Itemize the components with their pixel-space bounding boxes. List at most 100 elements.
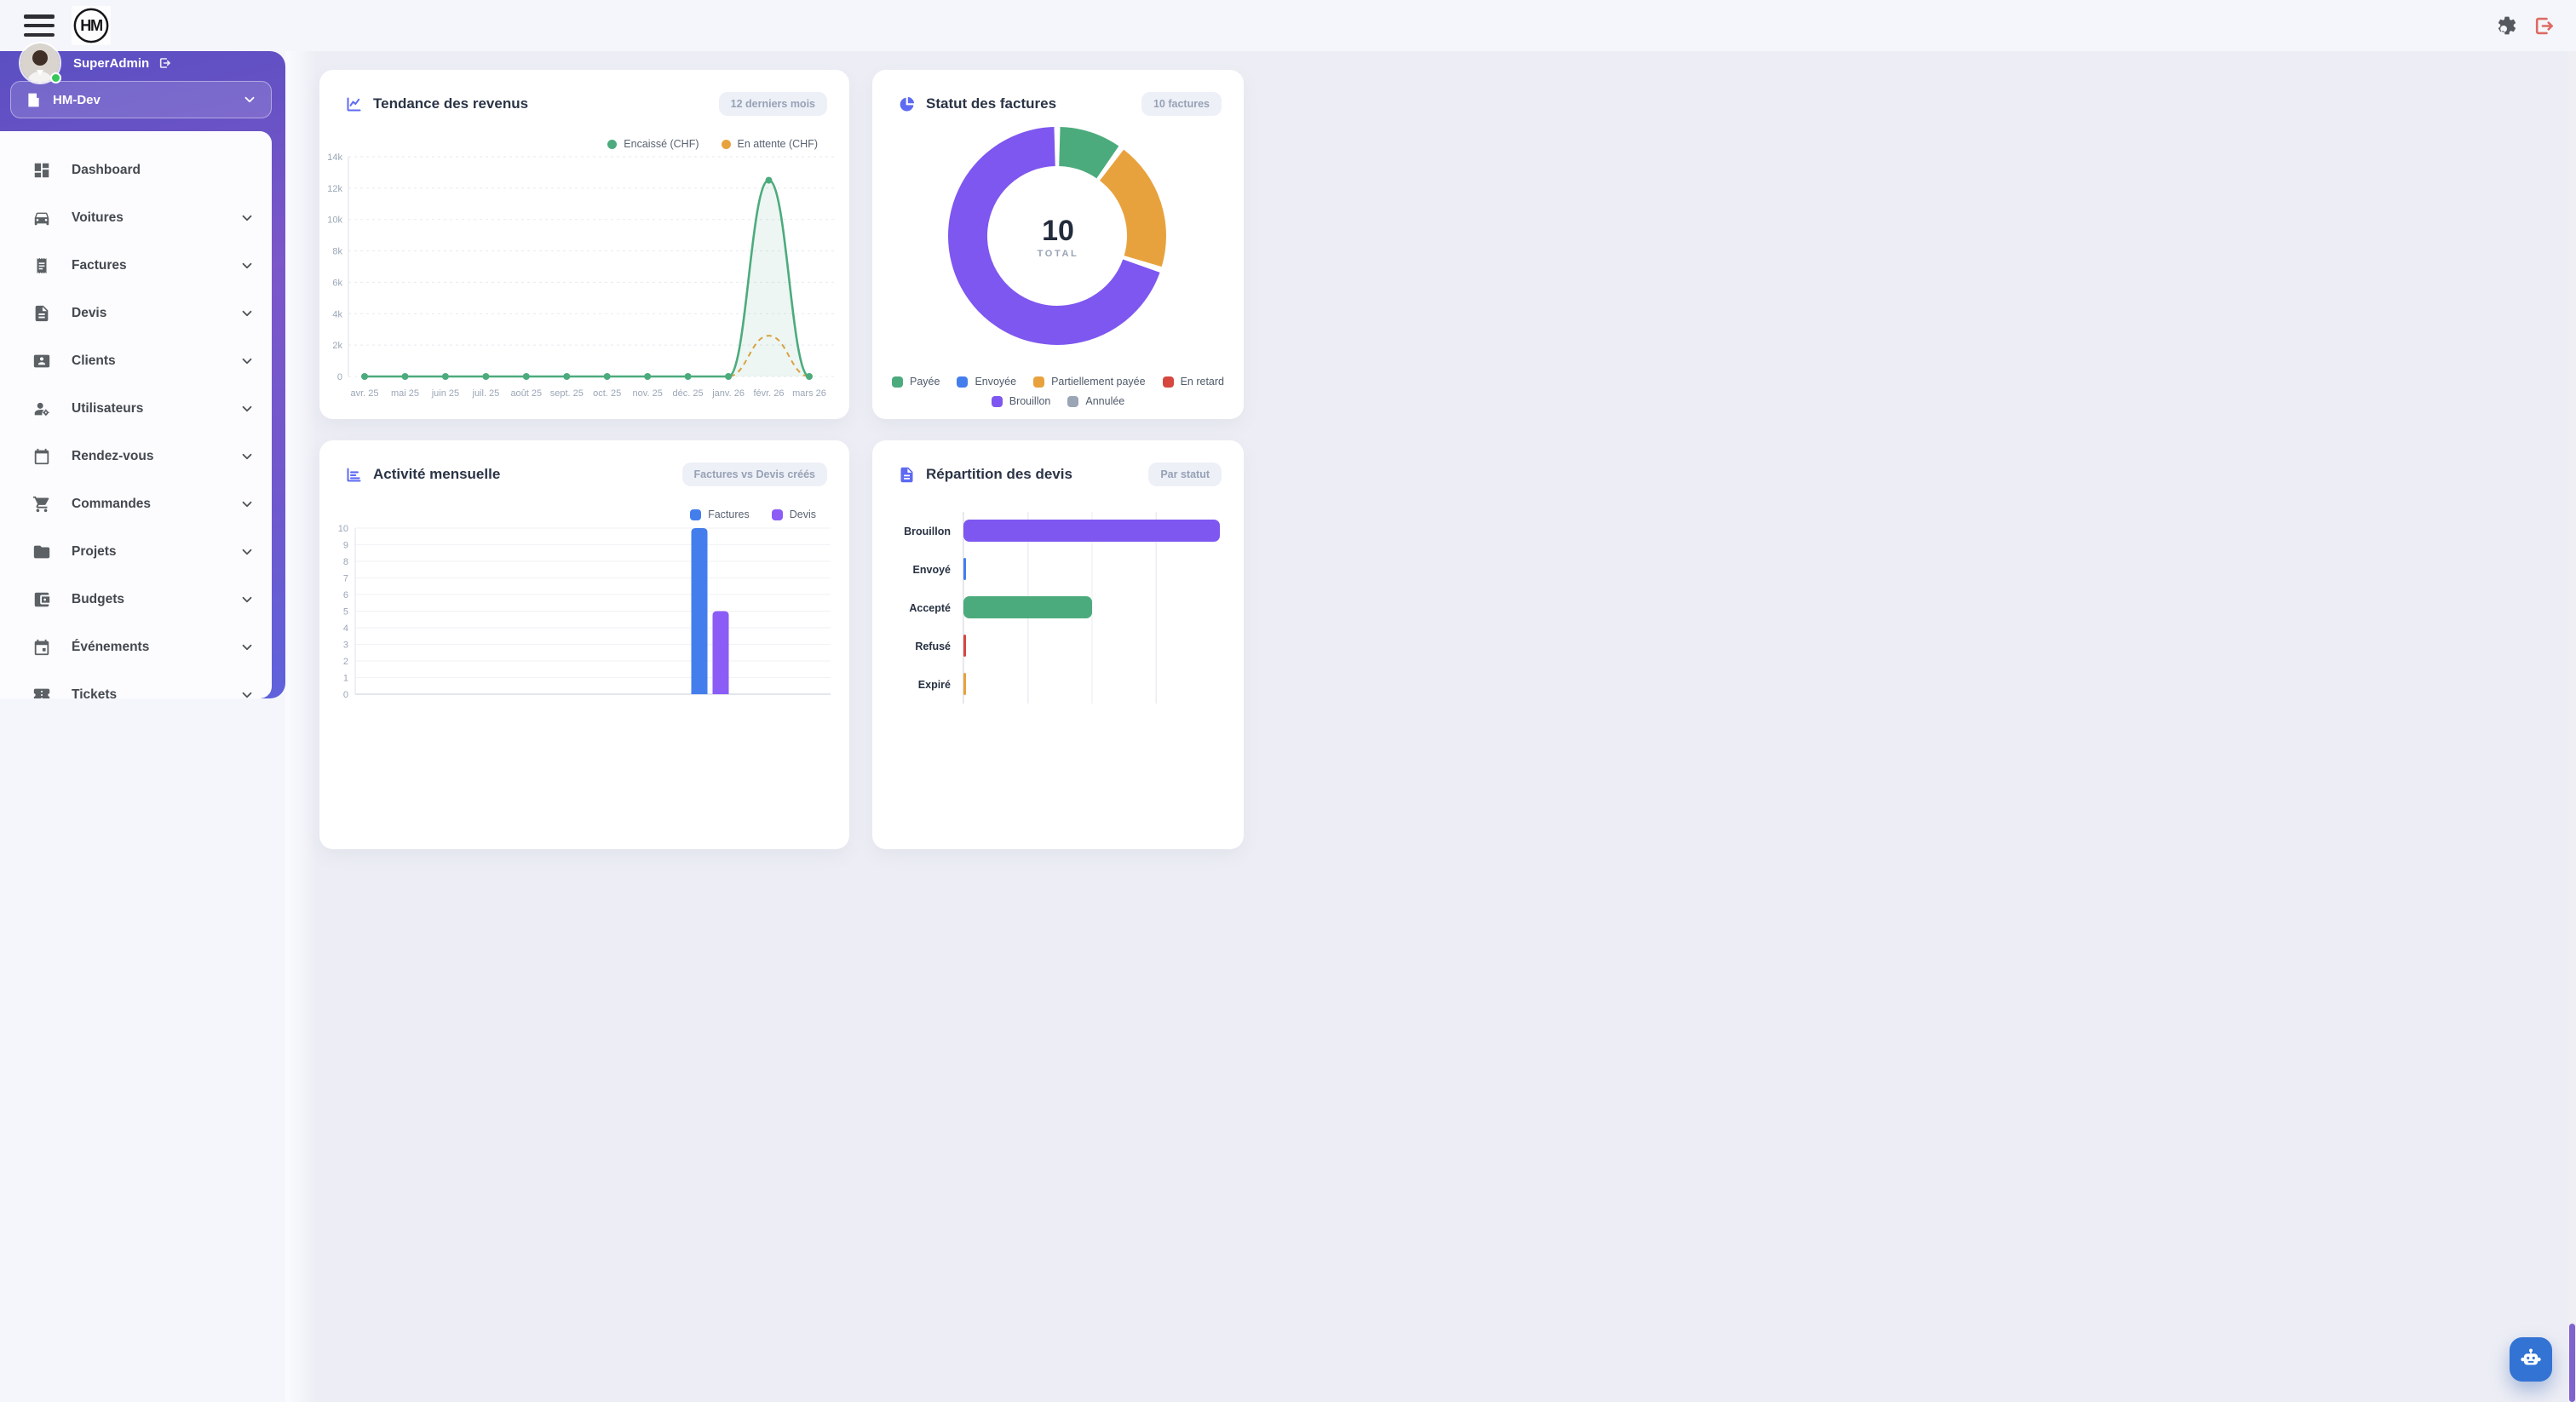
svg-text:janv. 26: janv. 26	[711, 388, 745, 399]
svg-text:2k: 2k	[332, 341, 342, 351]
document-icon	[32, 304, 51, 323]
svg-text:9: 9	[343, 541, 348, 551]
svg-text:8: 8	[343, 557, 348, 567]
quote-bar-track	[963, 589, 1220, 627]
legend-item-devis[interactable]: Devis	[772, 509, 816, 520]
svg-text:mars 26: mars 26	[792, 388, 826, 399]
gear-icon	[2496, 14, 2518, 37]
car-icon	[32, 209, 51, 227]
svg-text:12k: 12k	[327, 184, 342, 194]
quote-row-accepte: Accepté	[898, 589, 1220, 627]
quote-row-envoye: Envoyé	[898, 550, 1220, 589]
card-title: Activité mensuelle	[373, 466, 500, 483]
quote-row-expire: Expiré	[898, 665, 1220, 704]
chevron-down-icon	[239, 640, 255, 655]
legend-item-brouillon[interactable]: Brouillon	[992, 395, 1051, 407]
wallet-icon	[32, 590, 51, 609]
user-name: SuperAdmin	[73, 56, 149, 71]
user-gear-icon	[32, 399, 51, 418]
chevron-down-icon	[239, 497, 255, 512]
sidebar-item-dashboard[interactable]: Dashboard	[0, 147, 272, 194]
document-chart-icon	[898, 466, 916, 484]
svg-text:HM: HM	[80, 17, 102, 34]
legend-item-envoyee[interactable]: Envoyée	[957, 376, 1016, 388]
svg-text:6: 6	[343, 590, 348, 600]
legend-item-en-attente[interactable]: En attente (CHF)	[722, 138, 818, 150]
invoice-donut-chart	[872, 70, 1244, 419]
quote-bar-track	[963, 627, 1220, 665]
menu-icon[interactable]	[24, 14, 55, 37]
organization-name: HM-Dev	[53, 93, 101, 107]
chevron-down-icon	[239, 210, 255, 226]
legend-item-en-retard[interactable]: En retard	[1163, 376, 1224, 388]
chevron-down-icon	[239, 687, 255, 698]
folder-icon	[32, 543, 51, 561]
sidebar-item-rendez-vous[interactable]: Rendez-vous	[0, 433, 272, 480]
svg-text:14k: 14k	[327, 152, 342, 163]
sidebar-item-utilisateurs[interactable]: Utilisateurs	[0, 385, 272, 433]
card-title: Tendance des revenus	[373, 95, 528, 112]
legend-item-encaisse[interactable]: Encaissé (CHF)	[607, 138, 699, 150]
sidebar-item-tickets[interactable]: Tickets	[0, 671, 272, 698]
page-scrollbar[interactable]	[2568, 51, 2576, 1402]
topbar: HM	[0, 0, 2576, 51]
svg-text:4: 4	[343, 623, 348, 634]
sidebar-item-factures[interactable]: Factures	[0, 242, 272, 290]
chevron-down-icon	[239, 544, 255, 560]
line-chart-icon	[345, 95, 363, 113]
svg-text:6k: 6k	[332, 278, 342, 288]
chevron-down-icon	[242, 92, 257, 107]
svg-text:nov. 25: nov. 25	[633, 388, 663, 399]
chevron-down-icon	[239, 353, 255, 369]
sidebar-item-commandes[interactable]: Commandes	[0, 480, 272, 528]
svg-text:0: 0	[337, 372, 342, 382]
sidebar-item-clients[interactable]: Clients	[0, 337, 272, 385]
quote-category-label: Refusé	[898, 641, 963, 652]
receipt-icon	[32, 256, 51, 275]
svg-text:oct. 25: oct. 25	[593, 388, 621, 399]
quote-category-label: Envoyé	[898, 564, 963, 576]
svg-text:août 25: août 25	[510, 388, 542, 399]
organization-select[interactable]: HM-Dev	[10, 81, 272, 118]
user-logout-icon[interactable]	[158, 56, 171, 70]
quotes-hbar-chart: BrouillonEnvoyéAcceptéRefuséExpiré	[898, 512, 1220, 704]
legend-item-partiellement-payee[interactable]: Partiellement payée	[1033, 376, 1145, 388]
robot-icon	[2519, 1347, 2543, 1371]
quote-bar-track	[963, 512, 1220, 550]
comparison-badge: Factures vs Devis créés	[682, 463, 827, 486]
sidebar-item-projets[interactable]: Projets	[0, 528, 272, 576]
app-logo: HM	[72, 6, 111, 45]
sidebar-item-devis[interactable]: Devis	[0, 290, 272, 337]
legend-item-annulee[interactable]: Annulée	[1067, 395, 1124, 407]
svg-text:sept. 25: sept. 25	[550, 388, 584, 399]
quote-bar-track	[963, 550, 1220, 589]
sidebar-item-evenements[interactable]: Événements	[0, 623, 272, 671]
sidebar-item-voitures[interactable]: Voitures	[0, 194, 272, 242]
quote-distribution-card: Répartition des devis Par statut Brouill…	[872, 440, 1244, 849]
hm-logo-icon: HM	[72, 6, 111, 45]
revenue-legend: Encaissé (CHF) En attente (CHF)	[607, 138, 818, 150]
logout-button[interactable]	[2528, 11, 2557, 40]
svg-text:8k: 8k	[332, 247, 342, 257]
legend-item-payee[interactable]: Payée	[892, 376, 940, 388]
svg-text:déc. 25: déc. 25	[673, 388, 704, 399]
chevron-down-icon	[239, 306, 255, 321]
legend-item-factures[interactable]: Factures	[690, 509, 750, 520]
svg-text:1: 1	[343, 674, 348, 684]
revenue-line-chart: 02k4k6k8k10k12k14kavr. 25mai 25juin 25ju…	[319, 152, 849, 407]
card-title: Répartition des devis	[926, 466, 1072, 483]
cart-icon	[32, 495, 51, 514]
svg-text:2: 2	[343, 657, 348, 667]
sidebar-item-budgets[interactable]: Budgets	[0, 576, 272, 623]
svg-text:mai 25: mai 25	[391, 388, 419, 399]
chatbot-fab[interactable]	[2510, 1337, 2552, 1382]
period-badge: 12 derniers mois	[719, 92, 827, 116]
quote-bar-track	[963, 665, 1220, 704]
building-icon	[25, 91, 43, 109]
svg-text:3: 3	[343, 641, 348, 651]
calendar-event-icon	[32, 638, 51, 657]
status-badge: Par statut	[1148, 463, 1222, 486]
scrollbar-thumb[interactable]	[2569, 1324, 2575, 1402]
settings-button[interactable]	[2493, 11, 2521, 40]
user-profile[interactable]: SuperAdmin	[0, 43, 285, 83]
